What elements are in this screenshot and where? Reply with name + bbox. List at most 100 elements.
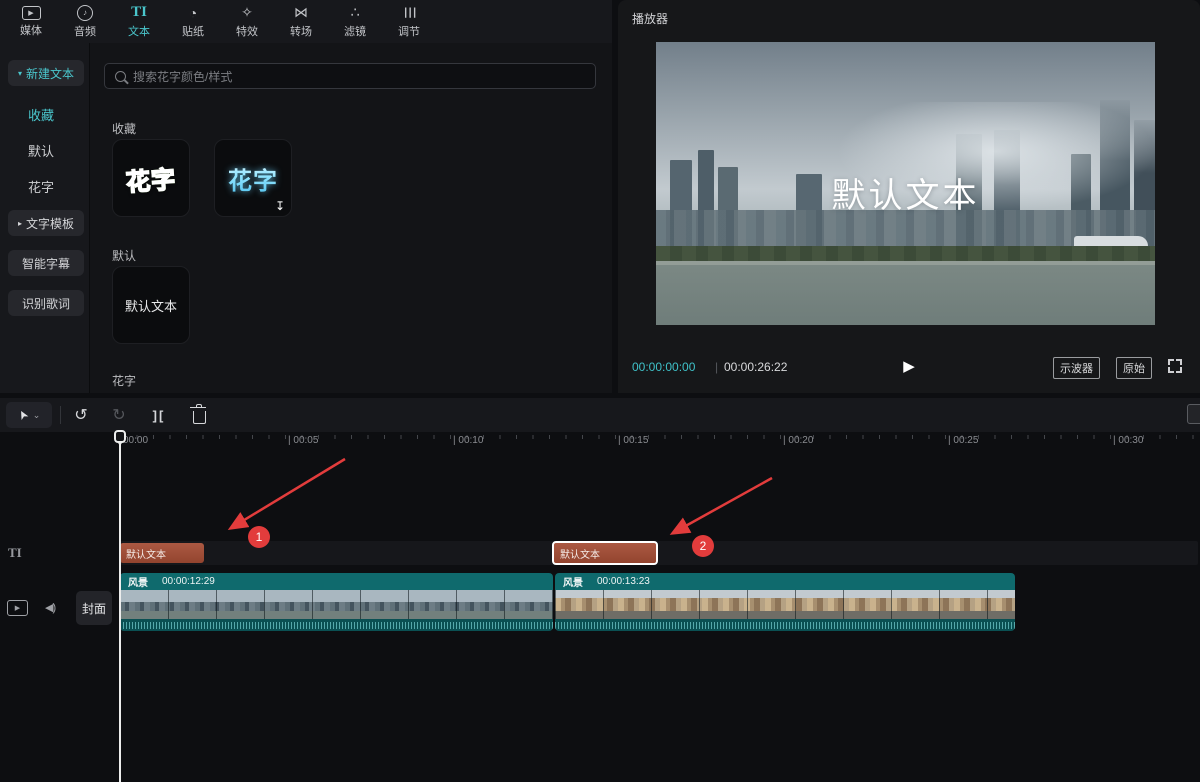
audio-waveform [555,619,1015,631]
download-icon: ↧ [275,199,285,213]
water [656,265,1155,325]
toolbar-tab-label: 调节 [398,23,420,39]
current-time: 00:00:00:00 [632,360,695,374]
delete-button[interactable] [186,402,212,428]
search-placeholder: 搜索花字颜色/样式 [133,68,232,85]
toolbar-tab-label: 特效 [236,23,258,39]
tab-text[interactable]: TI 文本 [112,0,166,43]
playhead-line[interactable] [119,430,121,782]
original-quality-button[interactable]: 原始 [1116,357,1152,379]
text-template-label: 文字模板 [26,215,74,232]
split-button[interactable]: ][ [146,402,172,428]
sidebar-item-new-text[interactable]: ▾ 新建文本 [8,60,84,86]
text-track-icon: TI [8,545,22,561]
sticker-icon: ◔ [189,4,197,21]
cover-button[interactable]: 封面 [76,591,112,625]
video-clip-2[interactable]: 风景 00:00:13:23 [555,573,1015,631]
oscilloscope-button[interactable]: 示波器 [1053,357,1100,379]
media-icon: ▶ [22,6,41,20]
search-input[interactable]: 搜索花字颜色/样式 [104,63,596,89]
video-clip-1[interactable]: 风景 00:00:12:29 [120,573,553,631]
player-panel: 播放器 默认文本 00:00:00:00 | 00:00:26:22 ▶ 示波器… [618,0,1200,393]
ruler-ticks [120,435,1198,439]
effects-icon: ✧ [241,4,253,21]
ruler-label: | 00:15 [618,435,648,446]
video-clip-duration: 00:00:12:29 [162,576,215,587]
tab-sticker[interactable]: ◔ 贴纸 [166,0,220,43]
timeline-ruler[interactable]: 00:00 | 00:05 | 00:10 | 00:15 | 00:20 | … [0,432,1200,451]
fancy-text-tile-blue[interactable]: 花字 ↧ [214,139,292,217]
time-separator: | [715,360,718,374]
section-label-favorites: 收藏 [112,120,136,137]
default-text-tile[interactable]: 默认文本 [112,266,190,344]
tab-transition[interactable]: ⋈ 转场 [274,0,328,43]
video-clip-duration: 00:00:13:23 [597,576,650,587]
toolbar-divider [60,406,61,424]
toolbar-tab-label: 贴纸 [182,23,204,39]
text-track-lane[interactable] [120,541,1198,565]
annotation-badge-1: 1 [248,526,270,548]
filter-icon: ∴ [351,4,360,21]
player-title: 播放器 [632,10,668,27]
ruler-label: | 00:20 [783,435,813,446]
timeline-toolbar: ➤ ⌄ ↺ ↻ ][ [0,398,1200,432]
video-clip-header: 风景 00:00:13:23 [555,573,1015,590]
text-clip-1[interactable]: 默认文本 [120,543,204,563]
sidebar-item-smart-captions[interactable]: 智能字幕 [8,250,84,276]
new-text-label: 新建文本 [26,65,74,82]
tab-filter[interactable]: ∴ 滤镜 [328,0,382,43]
filmstrip [555,590,1015,619]
toolbar-tab-label: 文本 [128,23,150,39]
sidebar-item-favorites[interactable]: 收藏 [28,105,54,124]
video-track-icon[interactable]: ▶ [7,600,28,616]
toolbar-tab-label: 转场 [290,23,312,39]
fancy-text-sample: 花字 [125,159,177,197]
toolbar-tab-label: 音频 [74,23,96,39]
top-toolbar: ▶ 媒体 ♪ 音频 TI 文本 ◔ 贴纸 ✧ 特效 ⋈ 转场 ∴ 滤镜 [0,0,612,43]
text-icon: TI [131,4,147,21]
ruler-label: | 00:25 [948,435,978,446]
cursor-icon: ➤ [14,407,31,422]
tab-adjust[interactable]: ☰ 调节 [382,0,436,43]
text-clip-2-selected[interactable]: 默认文本 [552,541,658,565]
annotation-badge-2: 2 [692,535,714,557]
adjust-icon: ☰ [401,6,418,19]
playhead-handle[interactable] [112,429,128,454]
chevron-down-icon: ▾ [18,69,22,78]
ruler-label: | 00:05 [288,435,318,446]
preview-text-overlay[interactable]: 默认文本 [656,168,1155,217]
toolbar-tab-label: 滤镜 [344,23,366,39]
treeline [656,246,1155,262]
toolbar-tab-label: 媒体 [20,22,42,38]
sidebar-item-default[interactable]: 默认 [28,141,54,160]
video-clip-header: 风景 00:00:12:29 [120,573,553,590]
fullscreen-icon[interactable] [1168,359,1182,373]
search-icon [115,71,126,82]
sidebar-item-text-template[interactable]: ▸ 文字模板 [8,210,84,236]
tab-media[interactable]: ▶ 媒体 [4,0,58,43]
redo-button[interactable]: ↻ [106,402,132,428]
audio-waveform [120,619,553,631]
sidebar-item-lyrics-recognition[interactable]: 识别歌词 [8,290,84,316]
ruler-label: | 00:10 [453,435,483,446]
mute-track-icon[interactable]: ◀) [45,601,55,614]
sidebar-item-fancy-text[interactable]: 花字 [28,177,54,196]
video-preview[interactable]: 默认文本 [656,42,1155,325]
video-clip-name: 风景 [563,574,583,589]
section-label-default: 默认 [112,247,136,264]
undo-button[interactable]: ↺ [68,402,94,428]
tab-effects[interactable]: ✧ 特效 [220,0,274,43]
ruler-label: | 00:30 [1113,435,1143,446]
cropped-tool-icon[interactable] [1187,404,1200,424]
text-sidebar: ▾ 新建文本 收藏 默认 花字 ▸ 文字模板 智能字幕 识别歌词 [0,43,90,393]
text-style-panel: 搜索花字颜色/样式 收藏 花字 花字 ↧ 默认 默认文本 花字 [90,43,612,393]
filmstrip [120,590,553,619]
play-button[interactable]: ▶ [903,357,915,375]
fancy-text-tile-green[interactable]: 花字 [112,139,190,217]
fancy-text-sample: 花字 [228,161,278,196]
chevron-down-icon: ⌄ [33,410,41,421]
select-tool-button[interactable]: ➤ ⌄ [6,402,52,428]
video-clip-name: 风景 [128,574,148,589]
total-duration: 00:00:26:22 [724,360,787,374]
tab-audio[interactable]: ♪ 音频 [58,0,112,43]
